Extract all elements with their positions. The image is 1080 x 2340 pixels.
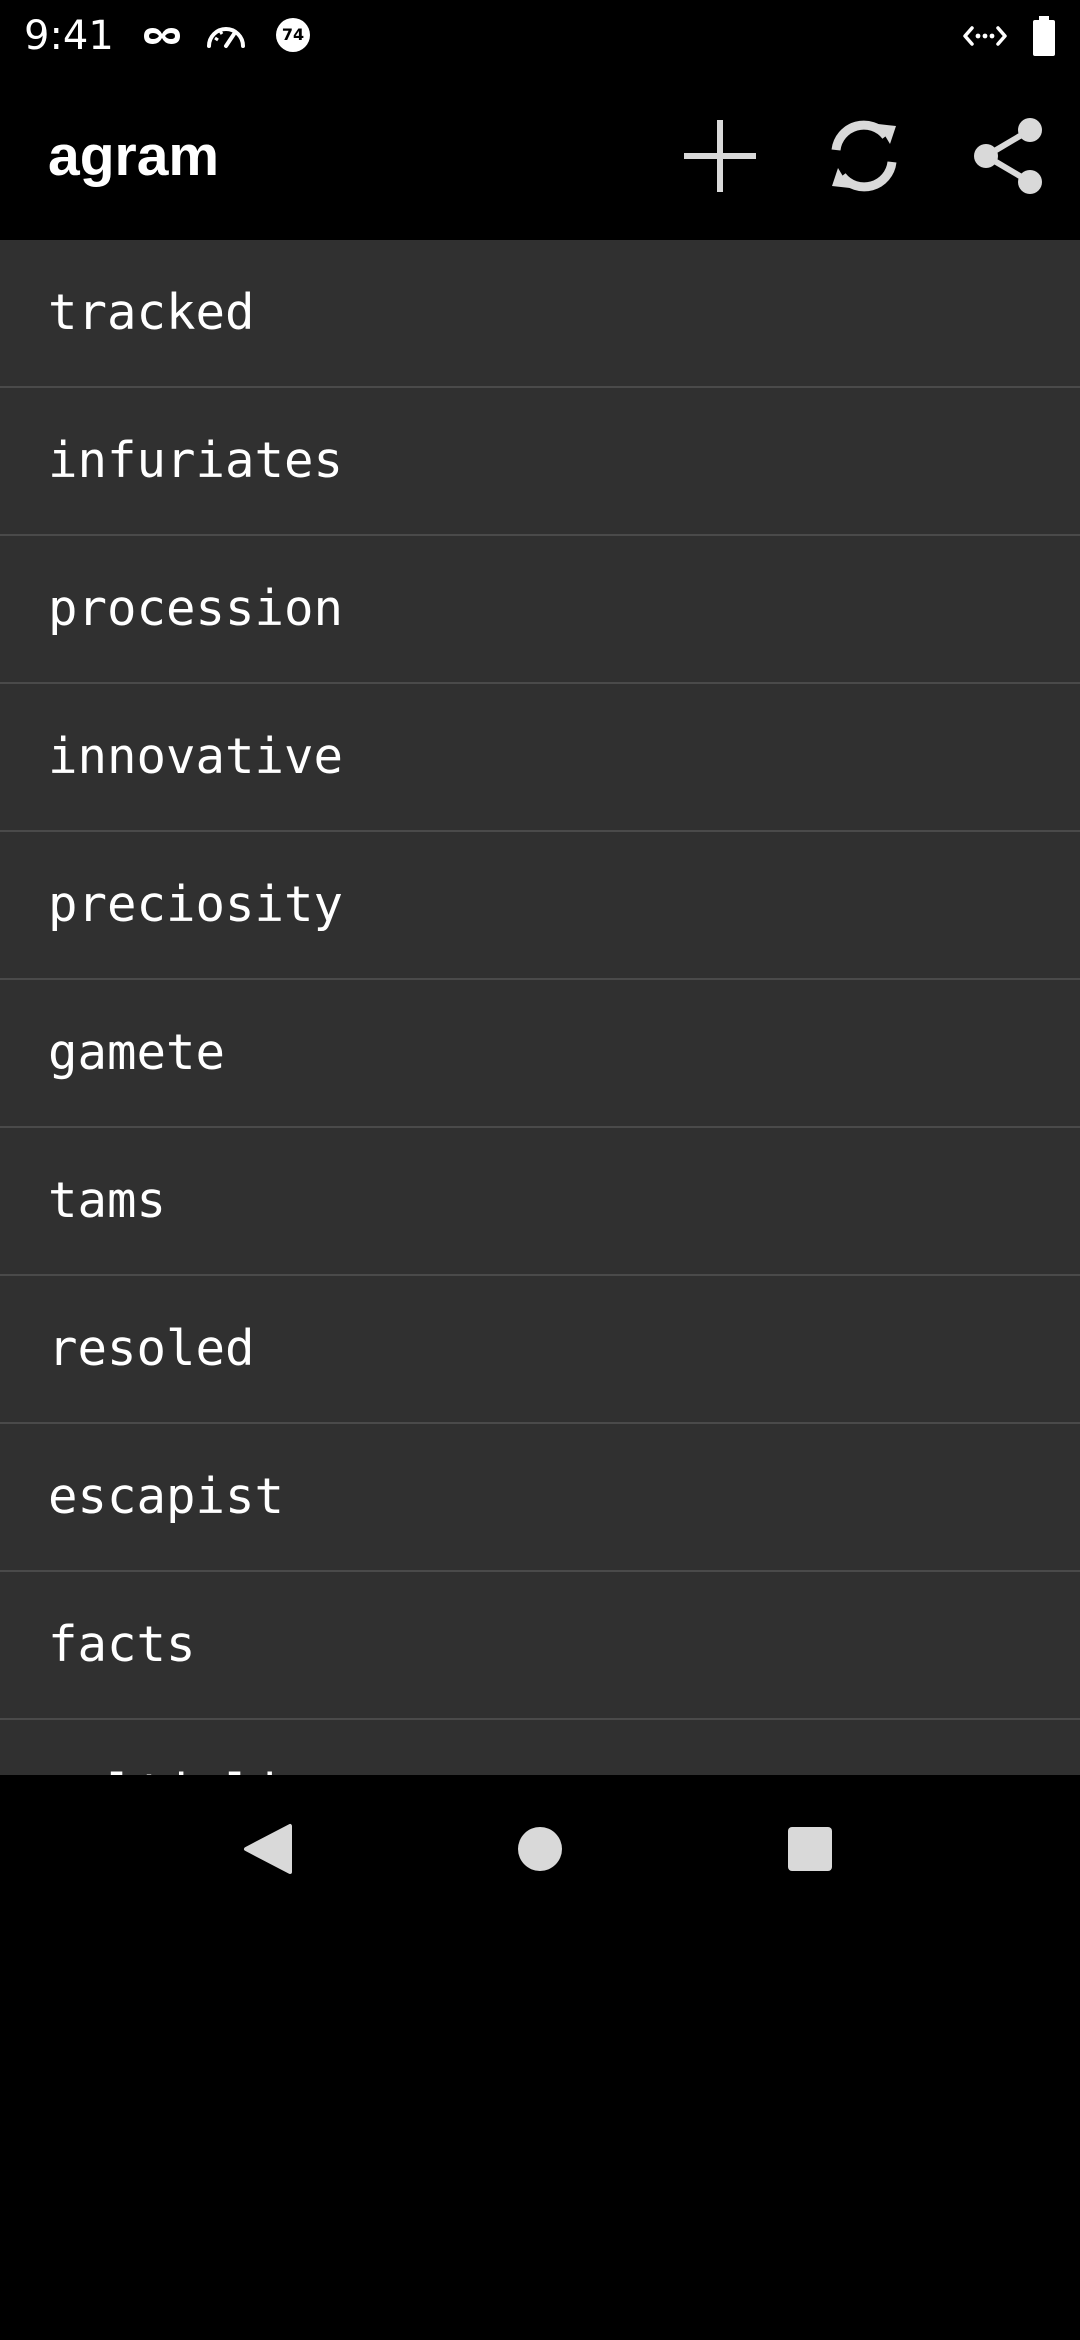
list-item[interactable]: infuriates [0, 388, 1080, 536]
list-item[interactable]: gamete [0, 980, 1080, 1128]
word-label: infuriates [48, 432, 344, 489]
word-label: resoled [48, 1320, 255, 1377]
add-icon[interactable] [676, 112, 764, 200]
speedometer-icon [207, 27, 245, 48]
word-label: tracked [48, 284, 255, 341]
list-item[interactable]: escapist [0, 1424, 1080, 1572]
list-item[interactable]: tracked [0, 240, 1080, 388]
word-list[interactable]: tracked infuriates procession innovative… [0, 240, 1080, 1775]
code-arrows-icon [963, 26, 1007, 46]
app-title: agram [48, 124, 220, 188]
incognito-icon [144, 28, 180, 44]
word-label: multiplier [48, 1760, 343, 1775]
list-item[interactable]: innovative [0, 684, 1080, 832]
list-item[interactable]: procession [0, 536, 1080, 684]
list-item[interactable]: facts [0, 1572, 1080, 1720]
list-item[interactable]: resoled [0, 1276, 1080, 1424]
share-icon[interactable] [964, 112, 1052, 200]
list-item[interactable]: tams [0, 1128, 1080, 1276]
battery-icon [1033, 16, 1055, 56]
counter-badge-icon: 74 [276, 18, 310, 52]
status-bar: 9:41 74 [0, 0, 1080, 72]
word-label: tams [48, 1172, 167, 1229]
word-label: innovative [48, 728, 344, 785]
back-icon[interactable] [218, 1799, 318, 1899]
word-label: gamete [48, 1024, 226, 1081]
recents-icon[interactable] [760, 1799, 860, 1899]
home-icon[interactable] [490, 1799, 590, 1899]
counter-badge-value: 74 [281, 25, 305, 44]
refresh-icon[interactable] [820, 112, 908, 200]
list-item[interactable]: multiplier [0, 1720, 1080, 1775]
word-label: procession [48, 580, 344, 637]
status-time: 9:41 [24, 13, 114, 59]
list-item[interactable]: preciosity [0, 832, 1080, 980]
navigation-bar [0, 1775, 1080, 1920]
word-label: facts [48, 1616, 196, 1673]
app-bar: agram [0, 72, 1080, 240]
word-label: escapist [48, 1468, 285, 1525]
word-label: preciosity [48, 876, 344, 933]
